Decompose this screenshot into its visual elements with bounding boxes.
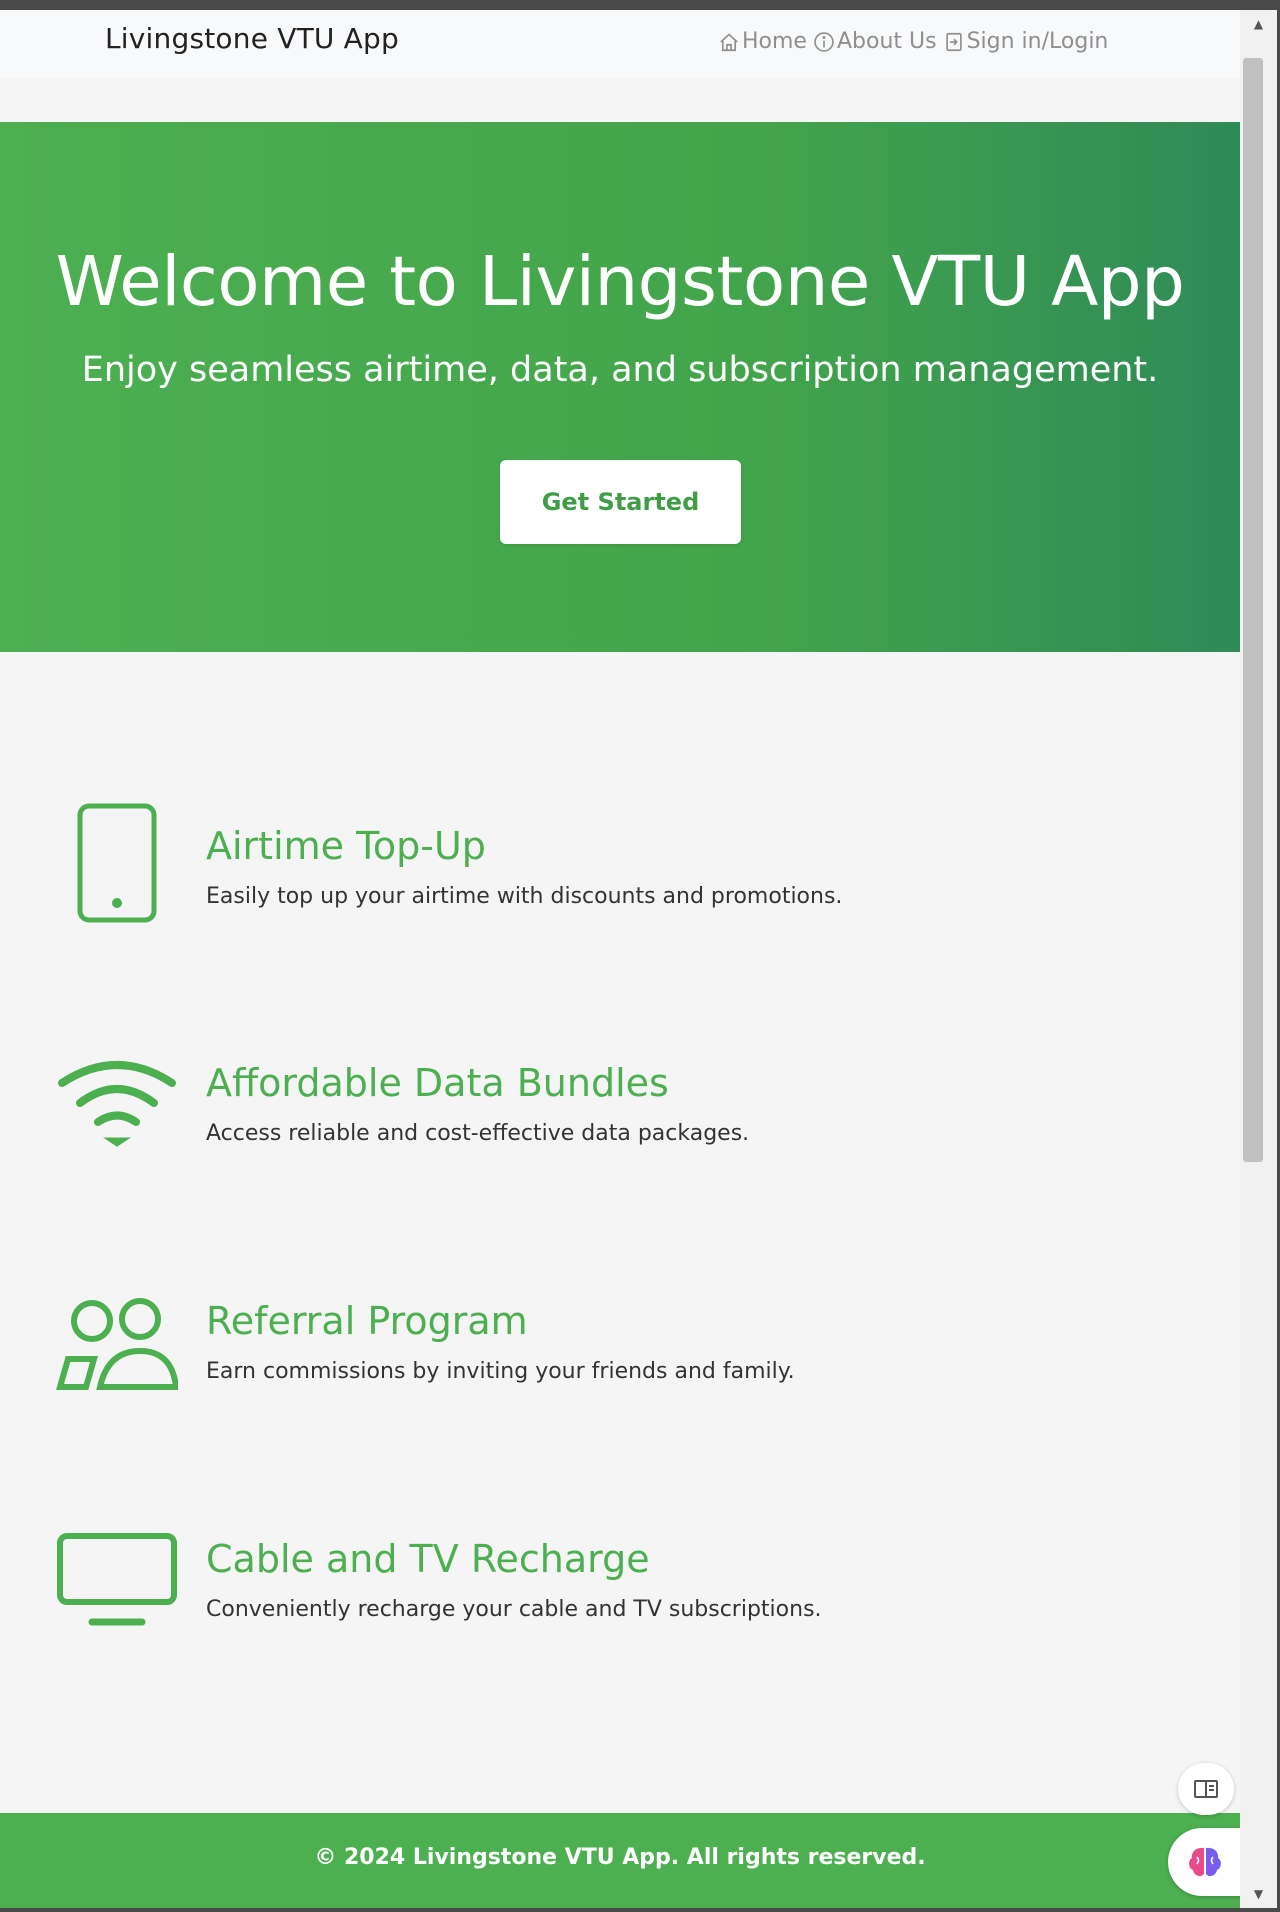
info-icon — [814, 31, 834, 52]
footer: © 2024 Livingstone VTU App. All rights r… — [0, 1813, 1240, 1908]
scroll-up-arrow[interactable]: ▲ — [1240, 10, 1277, 38]
browser-window: Livingstone VTU App Home About Us Sign i… — [0, 10, 1277, 1908]
nav-link-about[interactable]: About Us — [813, 29, 937, 54]
people-icon — [56, 1298, 178, 1390]
nav-link-login[interactable]: Sign in/Login — [943, 29, 1109, 54]
feature-title: Affordable Data Bundles — [206, 1061, 669, 1105]
tv-icon — [57, 1533, 177, 1626]
feature-description: Easily top up your airtime with discount… — [206, 884, 843, 909]
scrollbar-thumb[interactable] — [1243, 58, 1263, 1162]
brand-link[interactable]: Livingstone VTU App — [105, 22, 399, 55]
reader-icon — [1194, 1780, 1218, 1798]
feature-description: Conveniently recharge your cable and TV … — [206, 1597, 822, 1622]
navbar: Livingstone VTU App Home About Us Sign i… — [0, 10, 1240, 78]
feature-airtime: Airtime Top-Up Easily top up your airtim… — [0, 802, 1240, 932]
hero-subtitle: Enjoy seamless airtime, data, and subscr… — [81, 350, 1159, 390]
page-viewport: Livingstone VTU App Home About Us Sign i… — [0, 10, 1242, 1908]
feature-description: Access reliable and cost-effective data … — [206, 1121, 750, 1146]
get-started-button[interactable]: Get Started — [500, 460, 741, 544]
feature-referral: Referral Program Earn commissions by inv… — [0, 1293, 1240, 1423]
feature-title: Referral Program — [206, 1299, 528, 1343]
feature-title: Airtime Top-Up — [206, 824, 486, 868]
nav-link-home[interactable]: Home — [718, 29, 807, 54]
nav-link-home-label: Home — [742, 29, 807, 54]
reader-mode-button[interactable] — [1178, 1763, 1234, 1815]
hero-section: Welcome to Livingstone VTU App Enjoy sea… — [0, 122, 1240, 652]
home-icon — [720, 32, 738, 51]
wifi-icon — [58, 1061, 176, 1147]
brain-icon — [1189, 1847, 1221, 1877]
nav-links: Home About Us Sign in/Login — [718, 29, 1108, 54]
nav-link-login-label: Sign in/Login — [966, 29, 1109, 54]
feature-description: Earn commissions by inviting your friend… — [206, 1359, 795, 1384]
feature-title: Cable and TV Recharge — [206, 1537, 650, 1581]
login-icon — [945, 32, 962, 51]
copyright-text: © 2024 Livingstone VTU App. All rights r… — [314, 1845, 926, 1870]
scroll-down-arrow[interactable]: ▼ — [1240, 1880, 1277, 1908]
assistant-button[interactable] — [1168, 1828, 1242, 1896]
nav-link-about-label: About Us — [836, 29, 937, 54]
phone-icon — [77, 803, 157, 923]
hero-title: Welcome to Livingstone VTU App — [55, 242, 1185, 322]
feature-cable-tv: Cable and TV Recharge Conveniently recha… — [0, 1531, 1240, 1661]
feature-data: Affordable Data Bundles Access reliable … — [0, 1055, 1240, 1185]
